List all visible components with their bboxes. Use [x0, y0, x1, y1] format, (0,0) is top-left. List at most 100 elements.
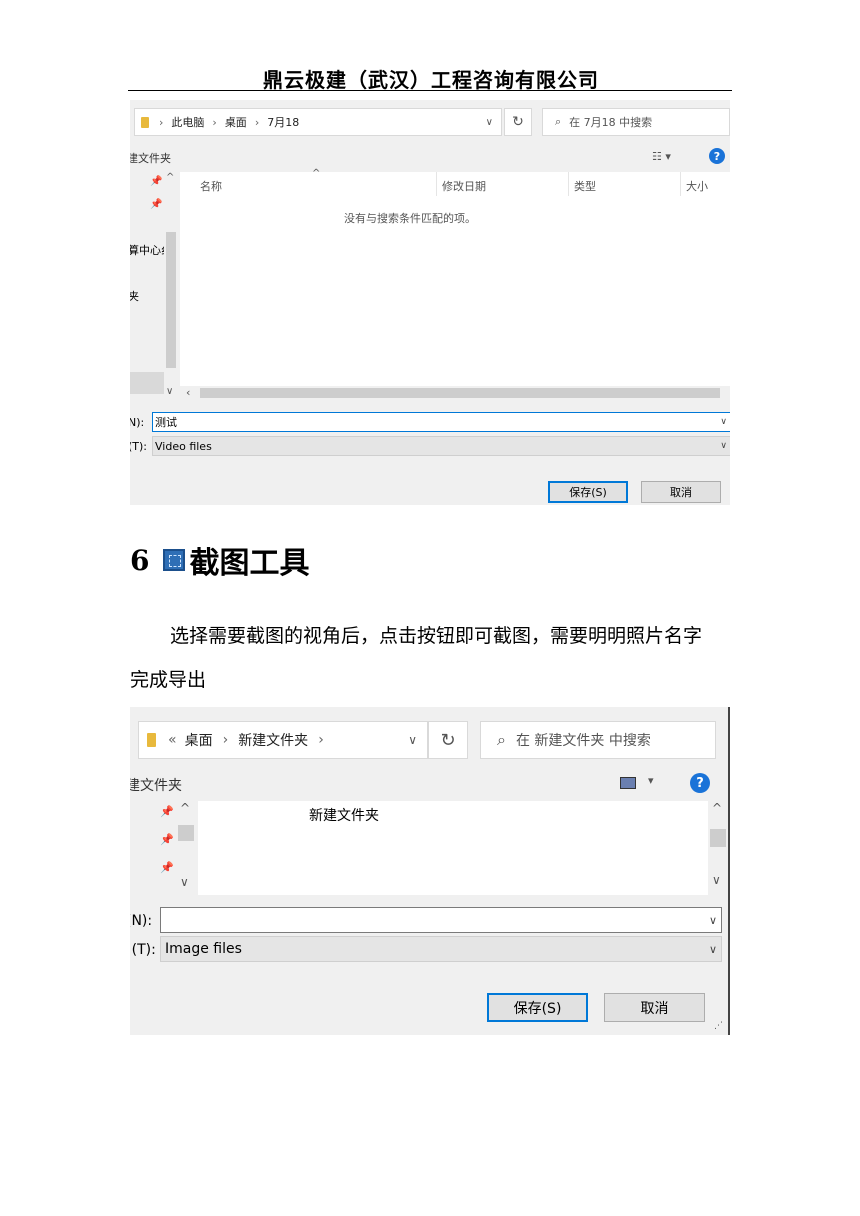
column-header-size[interactable]: 大小 — [686, 178, 708, 194]
chevron-down-icon[interactable]: ∨ — [486, 117, 493, 128]
column-header-type[interactable]: 类型 — [574, 178, 596, 194]
cancel-button[interactable]: 取消 — [604, 993, 705, 1022]
column-divider — [680, 172, 681, 196]
save-button[interactable]: 保存(S) — [548, 481, 628, 503]
filetype-value: Image files — [165, 941, 242, 957]
chevron-down-icon[interactable]: ∨ — [720, 441, 727, 451]
breadcrumb-item[interactable]: 桌面 — [225, 114, 247, 130]
new-folder-button[interactable]: 建文件夹 — [130, 775, 182, 795]
chevron-right-icon: › — [159, 115, 164, 129]
filetype-select[interactable]: Video files ∨ — [152, 436, 730, 456]
pin-icon[interactable]: 📌 — [150, 199, 162, 210]
chevron-down-icon[interactable]: ∨ — [166, 386, 173, 397]
section-title: 截图工具 — [189, 546, 310, 581]
paragraph-text: 完成导出 — [130, 669, 207, 691]
empty-message: 没有与搜索条件匹配的项。 — [344, 212, 476, 225]
chevron-up-icon[interactable]: ^ — [712, 801, 722, 815]
chevron-up-icon[interactable]: ^ — [180, 801, 190, 815]
breadcrumb-item[interactable]: 桌面 — [185, 730, 213, 750]
scrollbar-thumb[interactable] — [178, 825, 194, 841]
refresh-button[interactable]: ↻ — [428, 721, 468, 759]
column-header-date[interactable]: 修改日期 — [442, 178, 486, 194]
refresh-icon: ↻ — [512, 114, 524, 130]
chevron-down-icon[interactable]: ∨ — [709, 914, 717, 927]
chevron-left-icon[interactable]: ‹ — [186, 386, 190, 399]
file-list: ^ 名称 修改日期 类型 大小 没有与搜索条件匹配的项。 — [180, 168, 730, 400]
help-icon[interactable]: ? — [690, 773, 710, 793]
filetype-select[interactable]: Image files ∨ — [160, 936, 722, 962]
chevron-down-icon[interactable]: ∨ — [720, 417, 727, 427]
nav-scrollbar[interactable]: ^ ∨ — [164, 172, 178, 400]
navigation-pane: 📌 📌 📌 — [130, 801, 176, 895]
window-edge — [728, 707, 730, 1035]
paragraph-text: 选择需要截图的视角后，点击按钮即可截图，需要明明照片名字 — [170, 625, 703, 647]
refresh-button[interactable]: ↻ — [504, 108, 532, 136]
chevron-right-icon: › — [318, 732, 324, 748]
section-number: 6 — [130, 543, 150, 577]
address-bar[interactable]: « 桌面 › 新建文件夹 › ∨ — [138, 721, 428, 759]
column-divider — [436, 172, 437, 196]
breadcrumb-item[interactable]: 7月18 — [267, 114, 299, 130]
chevron-down-icon[interactable]: ∨ — [408, 733, 417, 747]
search-placeholder: 在 7月18 中搜索 — [569, 116, 653, 129]
filetype-label: (T): — [130, 440, 148, 453]
chevron-down-icon[interactable]: ▾ — [648, 774, 654, 787]
new-folder-button[interactable]: 建文件夹 — [130, 150, 171, 166]
search-icon: ⌕ — [555, 115, 562, 128]
chevron-down-icon[interactable]: ∨ — [712, 873, 721, 887]
filename-input[interactable]: ∨ — [160, 907, 722, 933]
filename-label: N): — [130, 416, 145, 429]
chevron-up-icon[interactable]: ^ — [166, 172, 174, 183]
file-list: 新建文件夹 — [198, 801, 708, 895]
filename-label: (N): — [130, 913, 153, 929]
column-divider — [568, 172, 569, 196]
section-heading: 6 截图工具 — [130, 540, 310, 582]
save-button[interactable]: 保存(S) — [487, 993, 588, 1022]
column-header-name[interactable]: 名称 — [200, 178, 222, 194]
nav-item[interactable]: 算中心纟 — [130, 242, 166, 258]
resize-grip-icon[interactable]: ⋰ — [714, 1021, 723, 1031]
scrollbar-thumb[interactable] — [166, 232, 176, 368]
search-placeholder: 在 新建文件夹 中搜索 — [515, 733, 651, 749]
nav-scrollbar[interactable]: ^ ∨ — [176, 801, 196, 895]
list-item[interactable]: 新建文件夹 — [309, 805, 379, 825]
pin-icon[interactable]: 📌 — [150, 176, 162, 187]
save-dialog-video: › 此电脑 › 桌面 › 7月18 ∨ ↻ ⌕ 在 7月18 中搜索 建文件夹 … — [130, 100, 730, 505]
sort-arrow-icon: ^ — [312, 168, 321, 179]
help-icon[interactable]: ? — [709, 148, 725, 164]
breadcrumb-item[interactable]: 此电脑 — [171, 114, 204, 130]
company-header: 鼎云极建（武汉）工程咨询有限公司 — [263, 68, 599, 92]
folder-icon — [141, 116, 149, 128]
chevron-right-icon: › — [254, 115, 260, 129]
pin-icon[interactable]: 📌 — [160, 805, 174, 818]
breadcrumb-overflow[interactable]: « — [168, 732, 177, 748]
scrollbar-thumb[interactable] — [710, 829, 726, 847]
navigation-pane: 📌 📌 算中心纟 夹 — [130, 172, 166, 400]
search-input[interactable]: ⌕ 在 新建文件夹 中搜索 — [480, 721, 716, 759]
chevron-right-icon: › — [222, 732, 229, 748]
search-input[interactable]: ⌕ 在 7月18 中搜索 — [542, 108, 730, 136]
view-options-icon[interactable]: ☷ ▾ — [652, 150, 671, 163]
save-dialog-image: « 桌面 › 新建文件夹 › ∨ ↻ ⌕ 在 新建文件夹 中搜索 建文件夹 ▾ … — [130, 707, 730, 1035]
cancel-button[interactable]: 取消 — [641, 481, 721, 503]
chevron-right-icon: › — [212, 115, 217, 129]
refresh-icon: ↻ — [440, 729, 456, 751]
nav-item[interactable]: 夹 — [130, 288, 139, 304]
filetype-value: Video files — [155, 439, 212, 453]
pin-icon[interactable]: 📌 — [160, 861, 174, 874]
view-options-icon[interactable] — [620, 777, 636, 789]
pin-icon[interactable]: 📌 — [160, 833, 174, 846]
filetype-label: !(T): — [130, 942, 156, 958]
horizontal-scrollbar[interactable]: ‹ — [180, 386, 730, 400]
screenshot-tool-icon — [163, 549, 186, 571]
breadcrumb-item[interactable]: 新建文件夹 — [238, 730, 308, 750]
list-scrollbar[interactable]: ^ ∨ — [708, 801, 728, 895]
paragraph-line: 选择需要截图的视角后，点击按钮即可截图，需要明明照片名字 — [130, 614, 732, 658]
filename-input[interactable]: 测试 ∨ — [152, 412, 730, 432]
scrollbar-thumb[interactable] — [200, 388, 720, 398]
chevron-down-icon[interactable]: ∨ — [709, 943, 717, 956]
paragraph-line: 完成导出 — [130, 658, 732, 702]
nav-item-selected[interactable] — [130, 372, 164, 394]
chevron-down-icon[interactable]: ∨ — [180, 875, 189, 889]
address-bar[interactable]: › 此电脑 › 桌面 › 7月18 ∨ — [134, 108, 502, 136]
